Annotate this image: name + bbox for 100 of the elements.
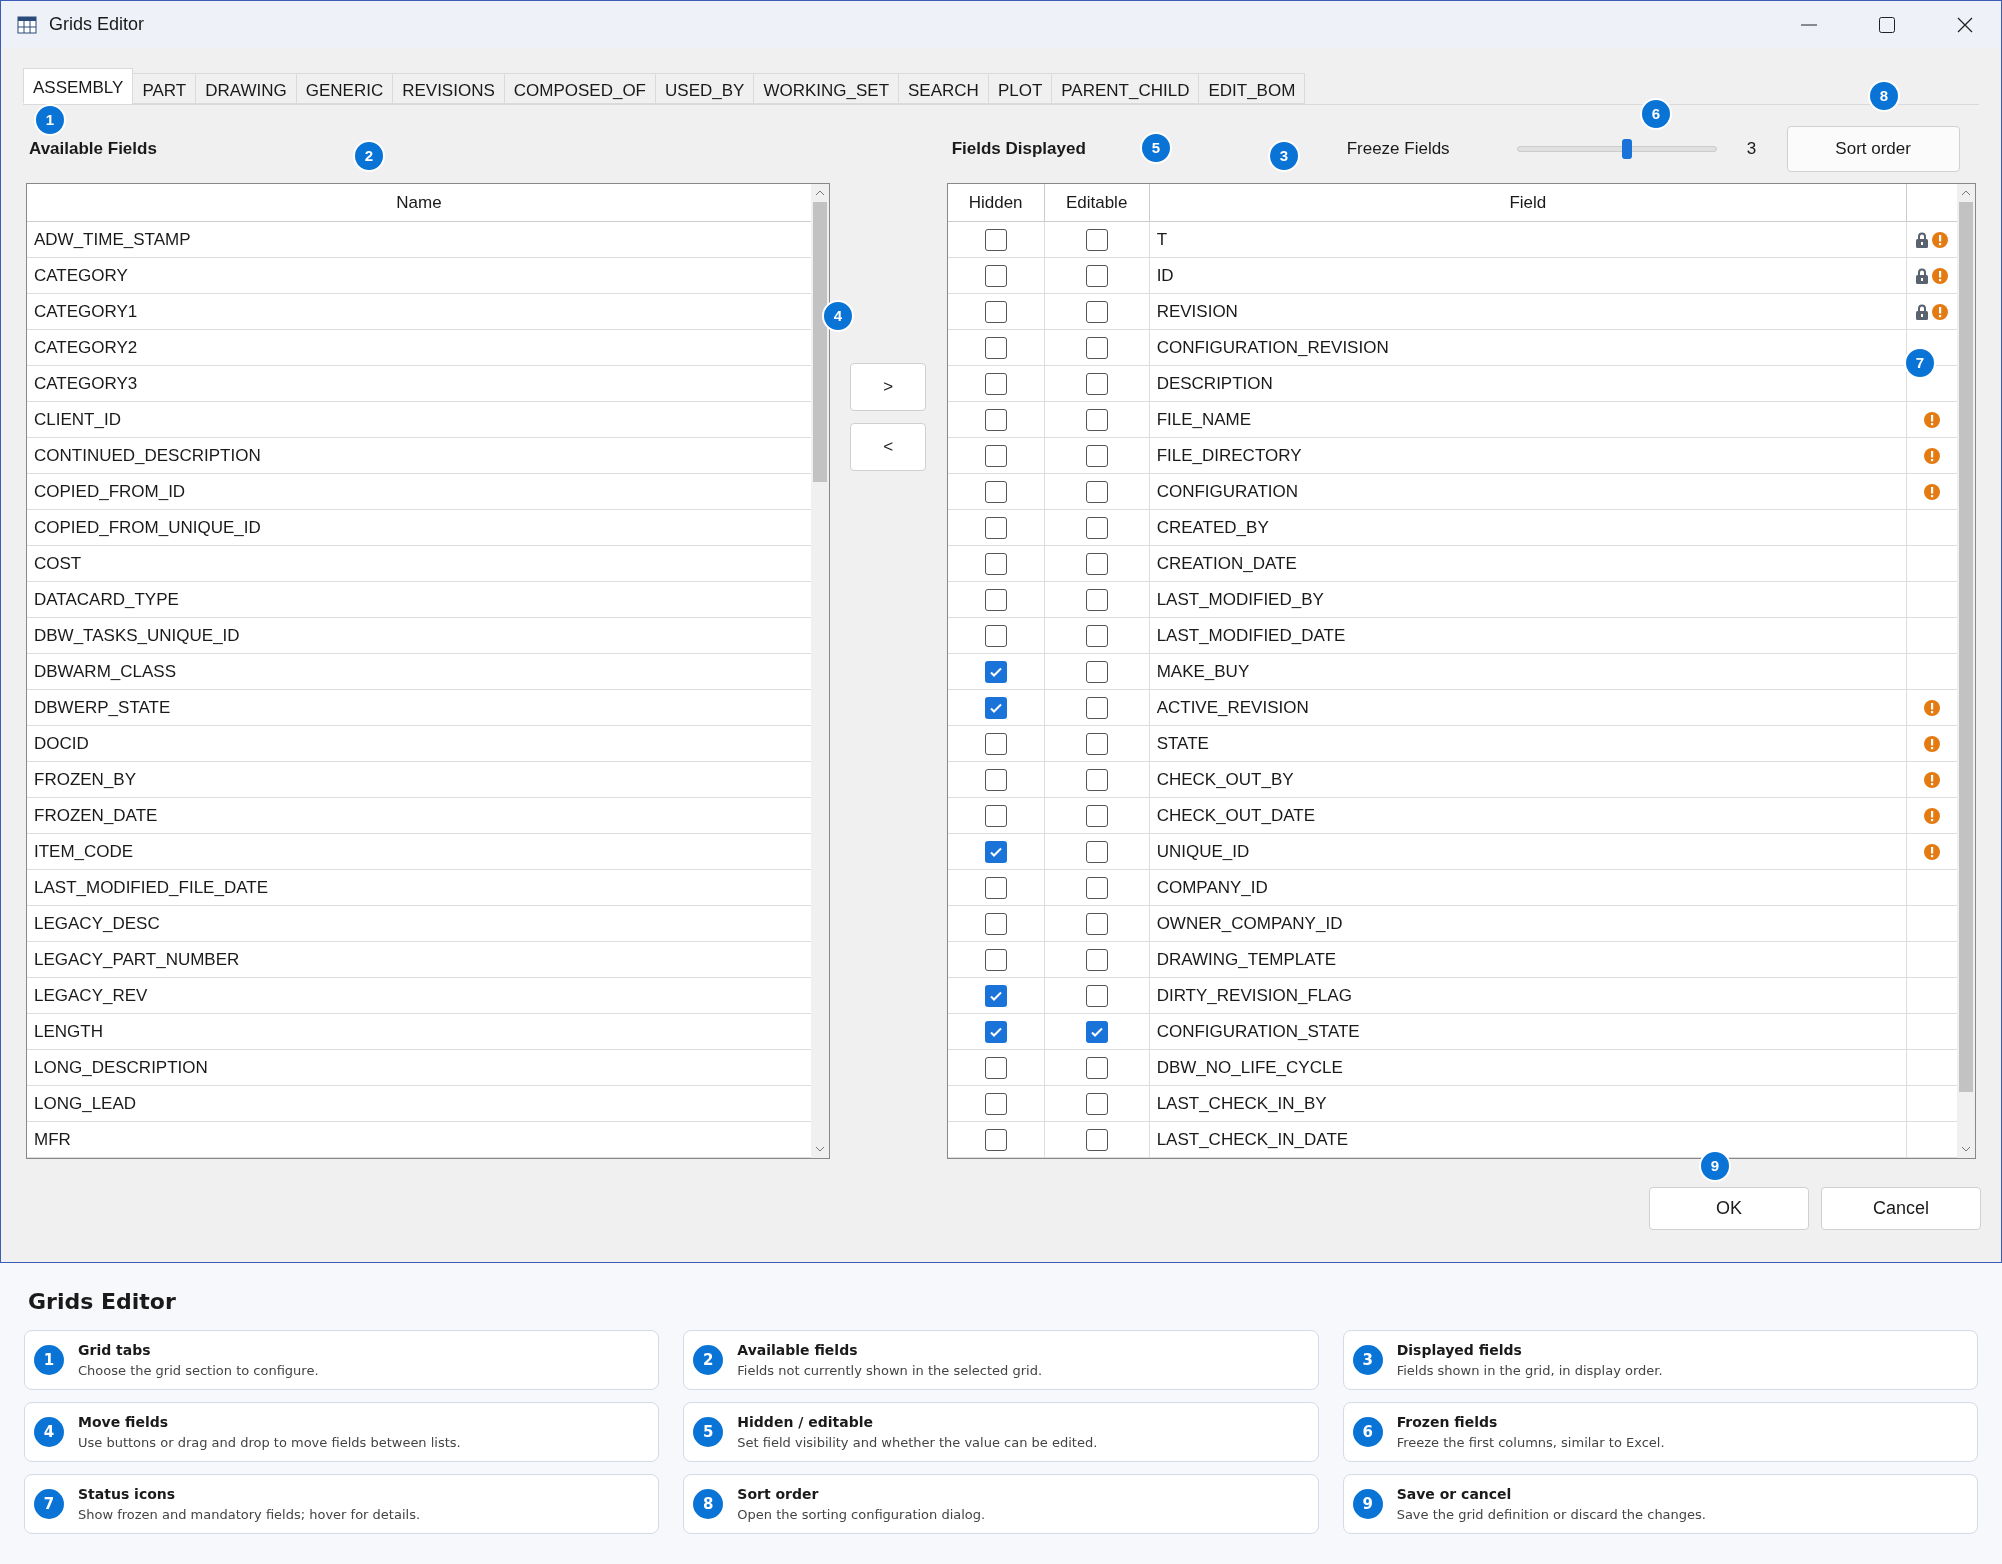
checkbox[interactable]	[984, 876, 1007, 899]
checkbox[interactable]	[984, 696, 1007, 719]
tab[interactable]: COMPOSED_OF	[503, 73, 656, 104]
checkbox[interactable]	[1085, 336, 1108, 359]
checkbox[interactable]	[984, 264, 1007, 287]
scrollbar-thumb[interactable]	[812, 202, 827, 482]
list-item[interactable]: DOCID	[27, 726, 811, 762]
tab[interactable]: PLOT	[987, 73, 1053, 104]
tab[interactable]: USED_BY	[655, 73, 755, 104]
tab[interactable]: DRAWING	[195, 73, 297, 104]
checkbox[interactable]	[1085, 912, 1108, 935]
checkbox[interactable]	[984, 300, 1007, 323]
checkbox[interactable]	[984, 588, 1007, 611]
checkbox[interactable]	[1085, 696, 1108, 719]
checkbox[interactable]	[1085, 1056, 1108, 1079]
checkbox[interactable]	[1085, 480, 1108, 503]
checkbox[interactable]	[984, 912, 1007, 935]
checkbox[interactable]	[1085, 1092, 1108, 1115]
checkbox[interactable]	[1085, 516, 1108, 539]
tab[interactable]: REVISIONS	[392, 73, 505, 104]
checkbox[interactable]	[984, 804, 1007, 827]
checkbox[interactable]	[1085, 876, 1108, 899]
close-icon[interactable]	[1957, 16, 1973, 33]
checkbox[interactable]	[984, 948, 1007, 971]
dialog-button[interactable]: OK	[1649, 1187, 1809, 1230]
list-item[interactable]: FROZEN_BY	[27, 762, 811, 798]
column-header[interactable]: Hidden	[947, 184, 1045, 221]
checkbox[interactable]	[984, 372, 1007, 395]
checkbox[interactable]	[984, 408, 1007, 431]
scrollbar[interactable]	[1957, 184, 1975, 1158]
dialog-button[interactable]: Cancel	[1821, 1187, 1981, 1230]
list-item[interactable]: CLIENT_ID	[27, 402, 811, 438]
checkbox[interactable]	[984, 444, 1007, 467]
checkbox[interactable]	[984, 516, 1007, 539]
list-item[interactable]: LONG_LEAD	[27, 1086, 811, 1122]
scrollbar-thumb[interactable]	[1959, 202, 1973, 1092]
checkbox[interactable]	[1085, 1128, 1108, 1151]
column-header[interactable]: Editable	[1044, 184, 1150, 221]
list-item[interactable]: CATEGORY2	[27, 330, 811, 366]
list-item[interactable]: LONG_DESCRIPTION	[27, 1050, 811, 1086]
checkbox[interactable]	[1085, 624, 1108, 647]
list-item[interactable]: LEGACY_REV	[27, 978, 811, 1014]
checkbox[interactable]	[984, 228, 1007, 251]
checkbox[interactable]	[984, 984, 1007, 1007]
checkbox[interactable]	[1085, 840, 1108, 863]
list-item[interactable]: CATEGORY1	[27, 294, 811, 330]
column-header[interactable]: Field	[1149, 184, 1907, 221]
list-item[interactable]: CATEGORY3	[27, 366, 811, 402]
maximize-icon[interactable]	[1879, 16, 1895, 33]
checkbox[interactable]	[984, 624, 1007, 647]
tab[interactable]: GENERIC	[295, 73, 394, 104]
list-item[interactable]: COST	[27, 546, 811, 582]
checkbox[interactable]	[984, 1020, 1007, 1043]
checkbox[interactable]	[984, 336, 1007, 359]
checkbox[interactable]	[1085, 588, 1108, 611]
tab[interactable]: WORKING_SET	[753, 73, 899, 104]
move-button[interactable]: >	[850, 363, 927, 411]
tab[interactable]: PART	[132, 73, 197, 104]
checkbox[interactable]	[1085, 1020, 1108, 1043]
checkbox[interactable]	[984, 732, 1007, 755]
list-item[interactable]: DBW_TASKS_UNIQUE_ID	[27, 618, 811, 654]
checkbox[interactable]	[1085, 300, 1108, 323]
checkbox[interactable]	[1085, 408, 1108, 431]
list-item[interactable]: CATEGORY	[27, 258, 811, 294]
checkbox[interactable]	[1085, 984, 1108, 1007]
checkbox[interactable]	[984, 480, 1007, 503]
tab[interactable]: EDIT_BOM	[1198, 73, 1306, 104]
minimize-icon[interactable]	[1801, 23, 1817, 26]
tab[interactable]: ASSEMBLY	[23, 68, 134, 104]
checkbox[interactable]	[1085, 732, 1108, 755]
checkbox[interactable]	[1085, 444, 1108, 467]
checkbox[interactable]	[1085, 768, 1108, 791]
checkbox[interactable]	[1085, 804, 1108, 827]
list-item[interactable]: DBWERP_STATE	[27, 690, 811, 726]
list-item[interactable]: LEGACY_PART_NUMBER	[27, 942, 811, 978]
checkbox[interactable]	[984, 768, 1007, 791]
list-item[interactable]: CONTINUED_DESCRIPTION	[27, 438, 811, 474]
checkbox[interactable]	[984, 1128, 1007, 1151]
list-item[interactable]: ADW_TIME_STAMP	[27, 222, 811, 258]
checkbox[interactable]	[984, 1056, 1007, 1079]
list-item[interactable]: COPIED_FROM_UNIQUE_ID	[27, 510, 811, 546]
column-header[interactable]: Name	[27, 184, 811, 222]
checkbox[interactable]	[1085, 264, 1108, 287]
checkbox[interactable]	[984, 840, 1007, 863]
scrollbar[interactable]	[810, 184, 829, 1158]
list-item[interactable]: LENGTH	[27, 1014, 811, 1050]
tab[interactable]: PARENT_CHILD	[1051, 73, 1200, 104]
checkbox[interactable]	[1085, 948, 1108, 971]
move-button[interactable]: <	[850, 423, 927, 471]
list-item[interactable]: MFR	[27, 1122, 811, 1158]
list-item[interactable]: COPIED_FROM_ID	[27, 474, 811, 510]
checkbox[interactable]	[1085, 660, 1108, 683]
checkbox[interactable]	[984, 1092, 1007, 1115]
checkbox[interactable]	[1085, 372, 1108, 395]
list-item[interactable]: DBWARM_CLASS	[27, 654, 811, 690]
list-item[interactable]: FROZEN_DATE	[27, 798, 811, 834]
checkbox[interactable]	[984, 552, 1007, 575]
checkbox[interactable]	[1085, 228, 1108, 251]
sort-order-button[interactable]: Sort order	[1786, 126, 1960, 172]
list-item[interactable]: DATACARD_TYPE	[27, 582, 811, 618]
